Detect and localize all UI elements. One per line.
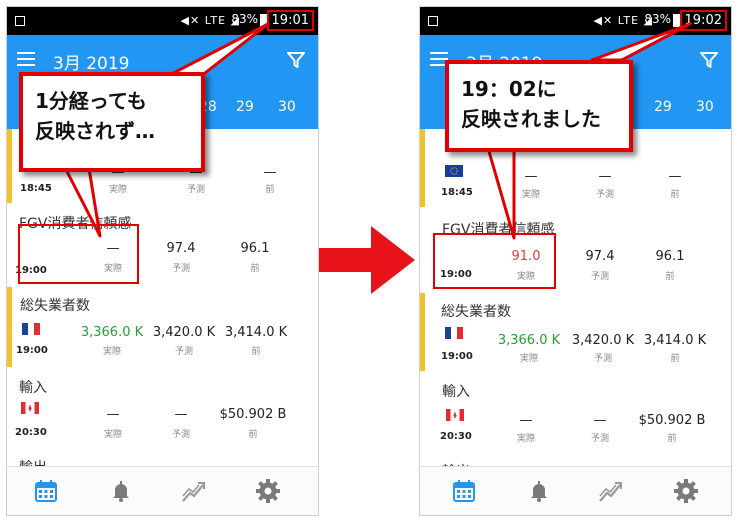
- highlight-box: [18, 224, 139, 284]
- callout-line: 反映されました: [461, 107, 601, 131]
- right-arrow: [319, 226, 415, 294]
- callout-box: 19：02に 反映されました: [445, 60, 633, 152]
- callout-line: 反映されず…: [35, 119, 155, 143]
- callout-box: 1分経っても 反映されず…: [19, 72, 205, 172]
- callout-line: 19：02に: [461, 77, 557, 101]
- callout-line: 1分経っても: [35, 89, 147, 113]
- highlight-box: [433, 233, 556, 289]
